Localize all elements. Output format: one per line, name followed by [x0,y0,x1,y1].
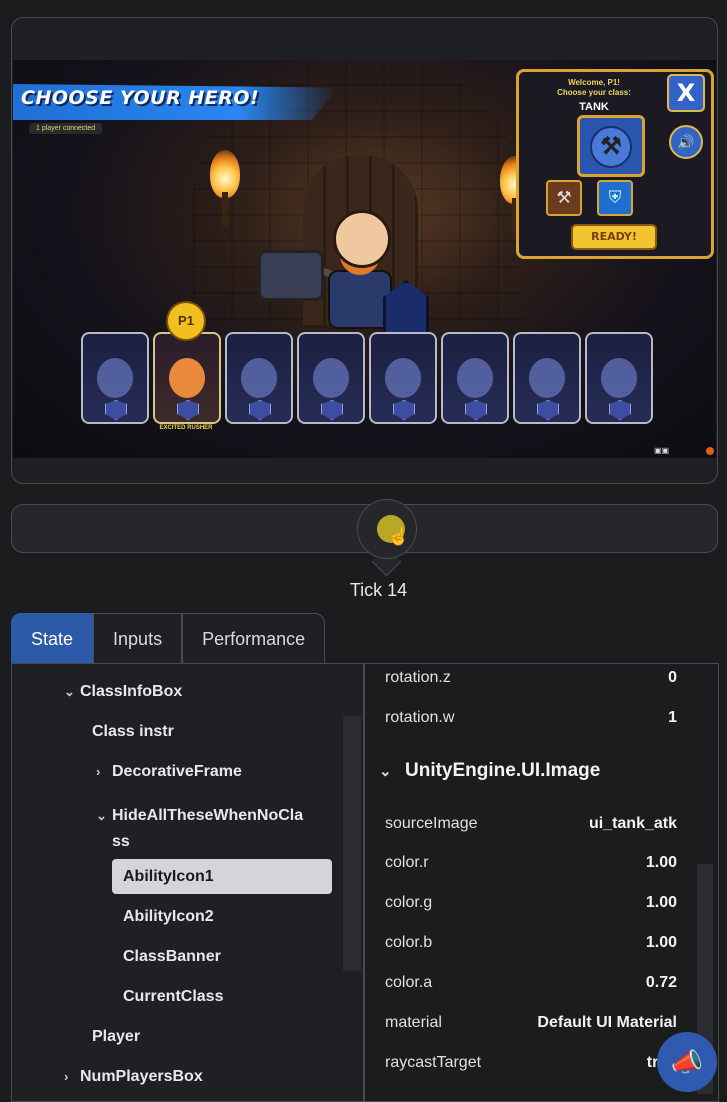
tree-item-classbanner[interactable]: ClassBanner [123,948,221,966]
tree-item-classinfobox[interactable]: ⌄ ClassInfoBox [64,683,182,701]
character-slot[interactable] [585,332,653,424]
character-slots: P1 EXCITED RUSHER [81,301,661,442]
ready-button[interactable]: READY! [571,224,657,250]
class-info-box: Welcome, P1! Choose your class: TANK X ⚒… [516,69,714,259]
tree-item-numplayersbox[interactable]: › NumPlayersBox [64,1068,203,1086]
character-slot[interactable] [441,332,509,424]
hand-cursor-icon: ☝ [388,527,410,546]
player-one-tag: P1 [166,301,206,341]
players-connected-badge: 1 player connected [29,123,103,134]
choose-class-text: Choose your class: [557,88,631,97]
property-row: color.r 1.00 [385,854,677,871]
chevron-down-icon[interactable]: ⌄ [64,684,80,700]
tree-item-class-instr[interactable]: Class instr [92,723,174,741]
property-row: sourceImage ui_tank_atk [385,815,677,832]
character-slot[interactable] [225,332,293,424]
ability-icon-1-hammer-icon: ⚒ [546,180,582,216]
welcome-text: Welcome, P1! [568,78,620,87]
component-section-header[interactable]: ⌄ UnityEngine.UI.Image [379,760,600,782]
character-slot-selected[interactable] [153,332,221,424]
tab-performance[interactable]: Performance [182,613,326,665]
tree-item-abilityicon1[interactable]: AbilityIcon1 [123,868,214,886]
tree-item-hideallthesewhennoclass[interactable]: ⌄ HideAllTheseWhenNoCla ss [96,803,303,855]
chevron-down-icon[interactable]: ⌄ [96,803,112,829]
controller-icon: ▣▣ [654,446,670,455]
megaphone-icon[interactable]: 📣 [657,1032,717,1092]
close-button[interactable]: X [667,74,705,112]
chevron-right-icon[interactable]: › [96,764,112,779]
class-banner: ⚒ [577,115,645,177]
tree-item-player[interactable]: Player [92,1028,140,1046]
tick-label: Tick 14 [349,580,408,600]
tab-inputs[interactable]: Inputs [93,613,183,665]
tree-item-currentclass[interactable]: CurrentClass [123,988,223,1006]
chevron-right-icon[interactable]: › [64,1069,80,1084]
hierarchy-tree-panel: ⌄ ClassInfoBox Class instr › DecorativeFra… [11,663,364,1102]
character-slot[interactable] [81,332,149,424]
property-row: rotation.z 0 [385,669,677,686]
property-row: rotation.w 1 [385,709,677,726]
chevron-down-icon[interactable]: ⌄ [379,762,405,780]
hammer-icon: ⚒ [590,126,632,168]
selected-hero-name: EXCITED RUSHER [159,425,213,431]
torch-left [210,150,240,226]
character-slot[interactable] [513,332,581,424]
tree-item-decorativeframe[interactable]: › DecorativeFrame [96,763,242,781]
property-row: color.g 1.00 [385,894,677,911]
property-row: color.b 1.00 [385,934,677,951]
character-slot[interactable] [297,332,365,424]
property-row: raycastTargettrue [385,1054,677,1071]
tree-item-abilityicon2[interactable]: AbilityIcon2 [123,908,214,926]
record-indicator-icon [706,447,714,455]
sound-icon[interactable]: 🔊 [669,125,703,159]
character-slot[interactable] [369,332,437,424]
inspector-tabs: State Inputs Performance [11,613,326,665]
tab-state[interactable]: State [11,613,94,665]
current-class-name: TANK [579,101,609,113]
property-row: color.a 0.72 [385,974,677,991]
property-row: material Default UI Material [385,1014,677,1031]
game-screen[interactable]: CHOOSE YOUR HERO! 1 player connected Wel… [13,60,716,458]
tree-scrollbar[interactable] [343,716,361,971]
choose-hero-title: CHOOSE YOUR HERO! [21,87,260,109]
properties-panel: rotation.z 0 rotation.w 1 ⌄ UnityEngine.UI.… [363,663,719,1102]
game-viewport-panel: CHOOSE YOUR HERO! 1 player connected Wel… [11,17,718,484]
ability-icon-2-shield-icon: ⛨ [597,180,633,216]
